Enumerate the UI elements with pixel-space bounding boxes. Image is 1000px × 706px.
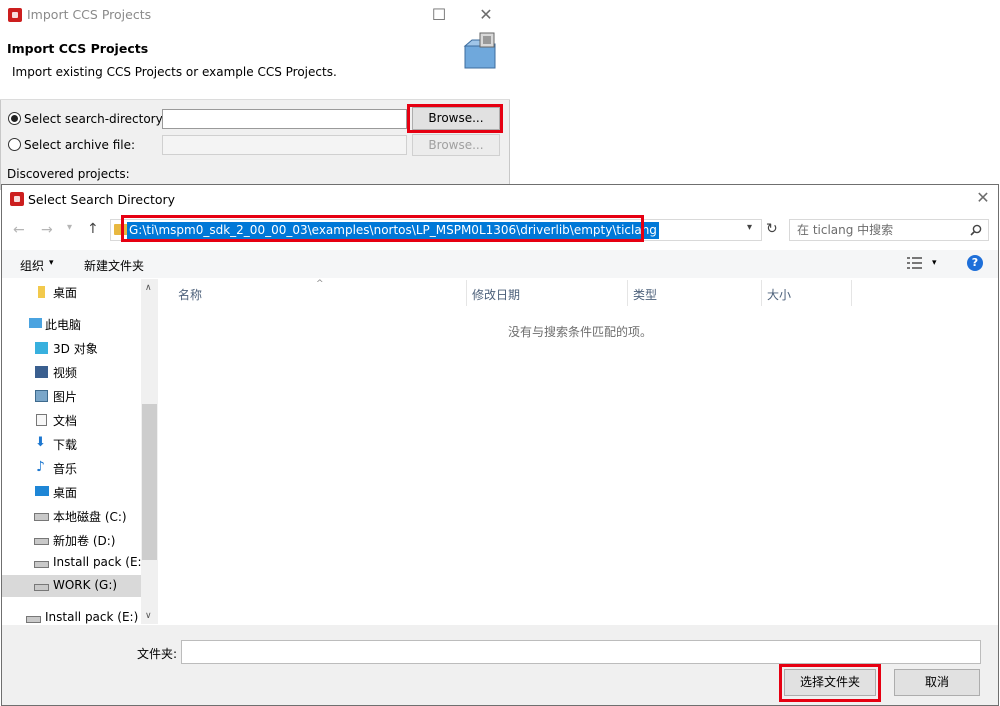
new-folder-button[interactable]: 新建文件夹 (84, 257, 144, 274)
nav-scrollbar-thumb[interactable] (142, 404, 157, 560)
column-separator[interactable] (466, 280, 467, 306)
documents-icon (36, 414, 47, 426)
ti-logo-icon (8, 8, 22, 22)
view-dropdown-icon[interactable]: ▾ (932, 258, 937, 268)
dialog-ti-logo-icon (10, 192, 24, 206)
search-directory-label: Select search-directory: (24, 112, 166, 126)
view-options-icon[interactable] (907, 257, 923, 269)
back-arrow-icon[interactable]: ← (13, 222, 25, 238)
drive-icon (26, 616, 41, 623)
import-wizard-heading: Import CCS Projects (7, 41, 149, 56)
archive-file-label: Select archive file: (24, 138, 136, 152)
cancel-button[interactable]: 取消 (894, 669, 980, 696)
nav-item-music[interactable]: ♪ 音乐 (2, 457, 142, 479)
archive-browse-button: Browse... (412, 134, 500, 156)
search-directory-input[interactable] (162, 109, 407, 129)
column-type[interactable]: 类型 (633, 286, 657, 303)
import-wizard-description: Import existing CCS Projects or example … (12, 65, 337, 79)
import-wizard-folder-icon (463, 32, 496, 69)
video-icon (35, 366, 48, 378)
discovered-projects-label: Discovered projects: (7, 167, 130, 181)
nav-item-downloads[interactable]: ⬇ 下载 (2, 433, 142, 455)
recent-dropdown-icon[interactable]: ▾ (67, 222, 72, 233)
forward-arrow-icon[interactable]: → (41, 222, 53, 238)
3d-objects-icon (35, 342, 48, 354)
nav-item-this-pc[interactable]: 此电脑 (2, 313, 142, 335)
address-highlight-box (121, 215, 644, 242)
organize-dropdown-icon[interactable]: ▾ (49, 258, 54, 268)
column-separator[interactable] (761, 280, 762, 306)
import-window-title: Import CCS Projects (27, 7, 152, 22)
archive-file-radio[interactable] (8, 138, 21, 151)
drive-c-icon (34, 513, 49, 521)
nav-item-drive-g[interactable]: WORK (G:) (2, 575, 142, 597)
sort-caret-icon: ^ (316, 279, 324, 289)
drive-icon (34, 538, 49, 545)
folder-label: 文件夹: (137, 647, 178, 661)
column-date-modified[interactable]: 修改日期 (472, 286, 520, 303)
desktop-icon (35, 486, 49, 496)
search-icon (970, 224, 982, 236)
scroll-down-icon[interactable]: ∨ (145, 611, 152, 621)
empty-results-message: 没有与搜索条件匹配的项。 (508, 325, 653, 339)
refresh-icon[interactable]: ↻ (766, 221, 778, 237)
scroll-up-icon[interactable]: ∧ (145, 283, 152, 293)
help-icon[interactable]: ? (967, 255, 983, 271)
browse-highlight-box (407, 104, 503, 133)
search-directory-radio[interactable] (8, 112, 21, 125)
nav-item-pictures[interactable]: 图片 (2, 385, 142, 407)
folder-icon (38, 286, 45, 298)
nav-item-videos[interactable]: 视频 (2, 361, 142, 383)
computer-icon (29, 318, 42, 328)
nav-item-3d-objects[interactable]: 3D 对象 (2, 337, 142, 359)
nav-item-drive-e[interactable]: Install pack (E:) (2, 552, 146, 574)
up-arrow-icon[interactable]: ↑ (87, 221, 99, 237)
navigation-pane: 桌面 此电脑 3D 对象 视频 图片 文档 ⬇ 下载 ♪ 音乐 桌面 本地磁盘 … (2, 279, 158, 624)
column-separator[interactable] (851, 280, 852, 306)
drive-icon (34, 561, 49, 568)
pictures-icon (35, 390, 48, 402)
column-size[interactable]: 大小 (767, 286, 791, 303)
select-folder-highlight-box (779, 664, 881, 702)
close-icon[interactable]: ✕ (474, 7, 498, 23)
dialog-toolbar (2, 250, 998, 278)
maximize-icon[interactable]: ☐ (427, 7, 451, 23)
search-input[interactable]: 在 ticlang 中搜索 (789, 219, 989, 241)
address-dropdown-icon[interactable]: ▾ (747, 222, 752, 233)
drive-icon (34, 584, 49, 591)
dialog-close-icon[interactable]: ✕ (971, 190, 995, 206)
nav-item-documents[interactable]: 文档 (2, 409, 142, 431)
music-icon: ♪ (36, 459, 45, 475)
organize-menu[interactable]: 组织 (20, 257, 44, 274)
dialog-title: Select Search Directory (28, 192, 176, 207)
folder-input[interactable] (181, 640, 981, 664)
nav-item-desktop-quick[interactable]: 桌面 (2, 281, 142, 303)
nav-item-drive-d[interactable]: 新加卷 (D:) (2, 529, 142, 551)
nav-item-drive-c[interactable]: 本地磁盘 (C:) (2, 505, 142, 527)
column-name[interactable]: 名称 (178, 286, 202, 303)
nav-item-desktop[interactable]: 桌面 (2, 481, 142, 503)
column-separator[interactable] (627, 280, 628, 306)
download-icon: ⬇ (35, 435, 46, 450)
archive-file-input (162, 135, 407, 155)
